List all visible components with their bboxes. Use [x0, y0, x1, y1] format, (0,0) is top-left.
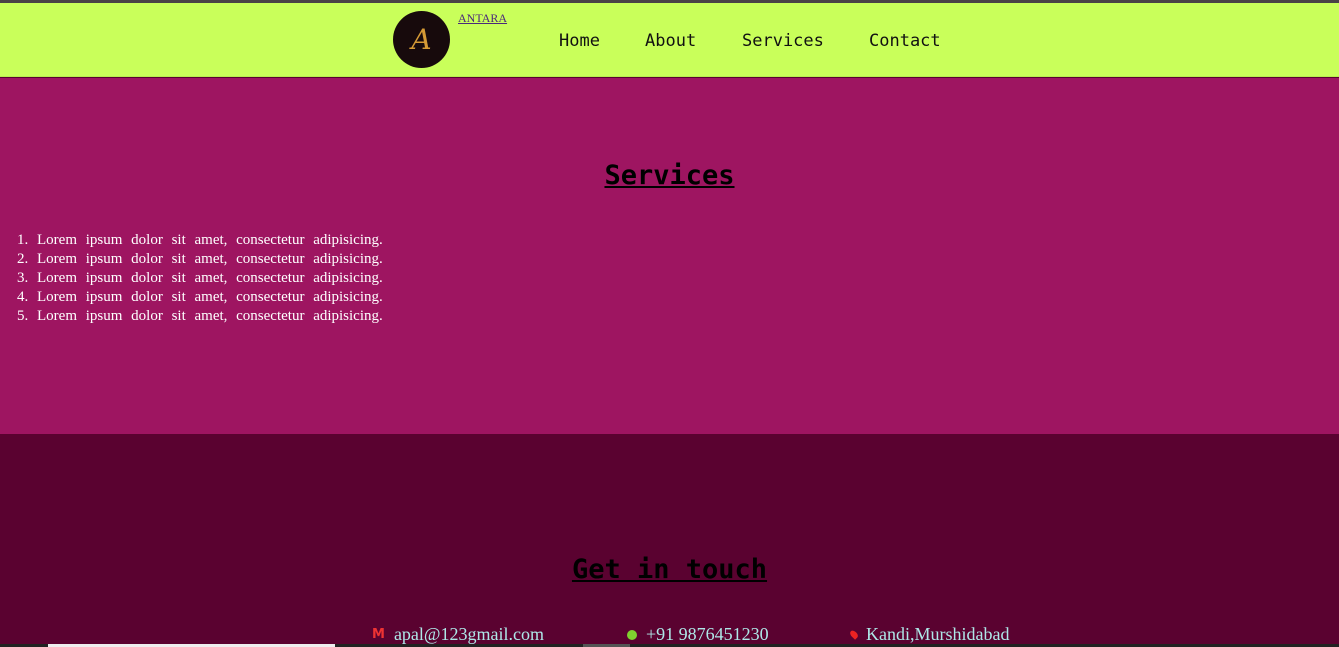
contact-location[interactable]: Kandi,Murshidabad	[848, 624, 1010, 645]
nav-contact[interactable]: Contact	[869, 31, 941, 51]
list-item: Lorem ipsum dolor sit amet, consectetur …	[37, 269, 383, 288]
list-item: Lorem ipsum dolor sit amet, consectetur …	[37, 250, 383, 269]
location-pin-icon	[848, 629, 860, 640]
contact-title: Get in touch	[571, 554, 768, 585]
logo[interactable]: A	[393, 11, 450, 68]
location-text: Kandi,Murshidabad	[866, 624, 1010, 644]
nav-services[interactable]: Services	[742, 31, 824, 51]
nav-home[interactable]: Home	[559, 31, 600, 51]
logo-letter: A	[411, 23, 432, 56]
phone-icon	[627, 629, 637, 640]
contact-section: Get in touch M apal@123gmail.com +91 987…	[0, 434, 1339, 647]
email-text: apal@123gmail.com	[393, 624, 544, 644]
gmail-icon: M	[372, 627, 385, 642]
contact-phone[interactable]: +91 9876451230	[627, 624, 769, 645]
list-item: Lorem ipsum dolor sit amet, consectetur …	[37, 288, 383, 307]
phone-text: +91 9876451230	[646, 624, 769, 644]
list-item: Lorem ipsum dolor sit amet, consectetur …	[37, 231, 383, 250]
services-list: Lorem ipsum dolor sit amet, consectetur …	[37, 231, 383, 326]
services-section: Services Lorem ipsum dolor sit amet, con…	[0, 78, 1339, 434]
header: A ANTARA Home About Services Contact	[0, 3, 1339, 77]
services-title: Services	[604, 160, 735, 191]
brand-link[interactable]: ANTARA	[458, 11, 507, 26]
nav-about[interactable]: About	[645, 31, 696, 51]
contact-email[interactable]: M apal@123gmail.com	[372, 624, 544, 645]
list-item: Lorem ipsum dolor sit amet, consectetur …	[37, 307, 383, 326]
